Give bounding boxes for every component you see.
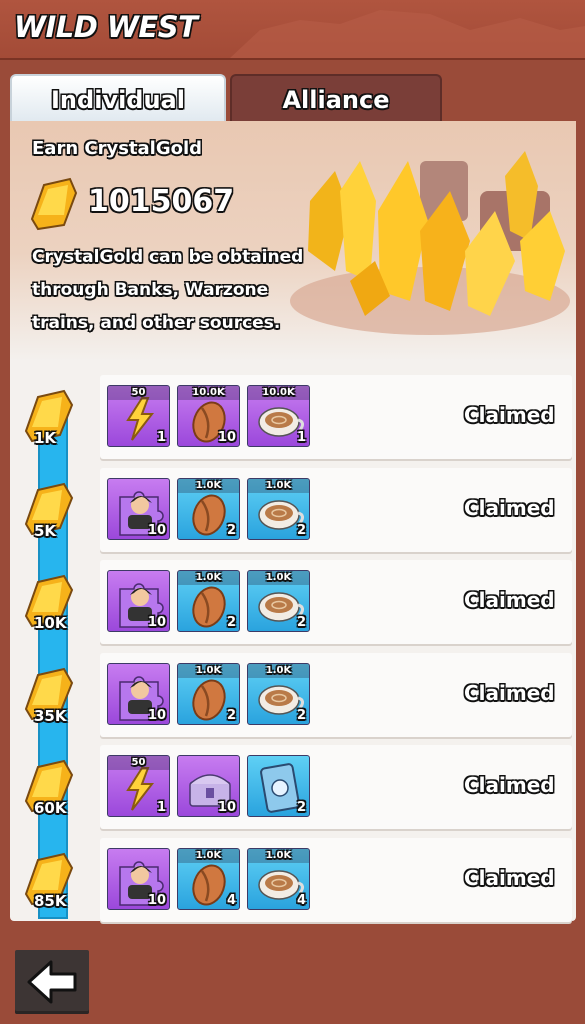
item-quantity: 10 <box>217 800 236 815</box>
item-value: 1.0K <box>248 479 309 493</box>
reward-item[interactable]: 1.0K 2 <box>247 478 310 540</box>
reward-item[interactable]: 10.0K 10 <box>177 385 240 447</box>
milestone-badge: 35K <box>20 663 90 733</box>
reward-item[interactable]: 10 <box>107 478 170 540</box>
reward-items: 50 1 10 2 <box>107 755 310 817</box>
reward-item[interactable]: 50 1 <box>107 755 170 817</box>
reward-item[interactable]: 1.0K 2 <box>177 478 240 540</box>
reward-item[interactable]: 1.0K 2 <box>247 663 310 725</box>
milestone-label: 1K <box>34 429 57 447</box>
reward-item[interactable]: 10 <box>107 848 170 910</box>
item-quantity: 4 <box>226 893 236 908</box>
hero-banner: Earn CrystalGold 1015067 CrystalGold can… <box>10 121 576 361</box>
reward-item[interactable]: 1.0K 2 <box>177 570 240 632</box>
back-button[interactable] <box>15 950 89 1014</box>
claimed-status: Claimed <box>464 496 555 520</box>
crystal-gold-icon <box>30 177 78 231</box>
reward-row: 10 1.0K 2 1.0K 2 Claimed <box>100 560 572 644</box>
reward-items: 10 1.0K 2 1.0K 2 <box>107 478 310 540</box>
tab-bar: Individual Alliance <box>10 74 576 124</box>
gold-amount: 1015067 <box>88 184 235 219</box>
milestone-label: 85K <box>34 892 67 910</box>
item-quantity: 2 <box>226 708 236 723</box>
reward-row: 50 1 10 2 Claimed <box>100 745 572 829</box>
item-value: 50 <box>108 386 169 400</box>
tab-individual[interactable]: Individual <box>10 74 226 124</box>
reward-item[interactable]: 10.0K 1 <box>247 385 310 447</box>
reward-item[interactable]: 10 <box>107 663 170 725</box>
claimed-status: Claimed <box>464 681 555 705</box>
item-value: 1.0K <box>248 664 309 678</box>
claimed-status: Claimed <box>464 773 555 797</box>
item-value: 10.0K <box>178 386 239 400</box>
item-quantity: 1 <box>156 430 166 445</box>
milestone-label: 35K <box>34 707 67 725</box>
item-value: 1.0K <box>178 479 239 493</box>
item-quantity: 10 <box>147 893 166 908</box>
reward-row: 10 1.0K 2 1.0K 2 Claimed <box>100 653 572 737</box>
tab-alliance[interactable]: Alliance <box>230 74 442 124</box>
reward-items: 10 1.0K 4 1.0K 4 <box>107 848 310 910</box>
crystal-gold-art <box>290 151 570 335</box>
milestone-badge: 85K <box>20 848 90 918</box>
reward-row: 10 1.0K 4 1.0K 4 Claimed <box>100 838 572 922</box>
item-value: 1.0K <box>178 849 239 863</box>
milestone-badge: 1K <box>20 385 90 455</box>
item-quantity: 2 <box>296 615 306 630</box>
reward-item[interactable]: 1.0K 2 <box>247 570 310 632</box>
milestone-badge: 5K <box>20 478 90 548</box>
reward-item[interactable]: 2 <box>247 755 310 817</box>
reward-row: 50 1 10.0K 10 10.0K 1 Claimed <box>100 375 572 459</box>
earn-label: Earn CrystalGold <box>32 138 203 159</box>
item-value: 1.0K <box>248 571 309 585</box>
reward-item[interactable]: 10 <box>107 570 170 632</box>
item-quantity: 10 <box>147 708 166 723</box>
reward-items: 10 1.0K 2 1.0K 2 <box>107 570 310 632</box>
reward-item[interactable]: 1.0K 4 <box>247 848 310 910</box>
reward-item[interactable]: 10 <box>177 755 240 817</box>
item-quantity: 4 <box>296 893 306 908</box>
item-value: 1.0K <box>248 849 309 863</box>
item-quantity: 10 <box>147 615 166 630</box>
claimed-status: Claimed <box>464 403 555 427</box>
milestone-badge: 60K <box>20 755 90 825</box>
item-quantity: 2 <box>296 523 306 538</box>
claimed-status: Claimed <box>464 588 555 612</box>
milestone-label: 5K <box>34 522 57 540</box>
item-value: 1.0K <box>178 571 239 585</box>
item-quantity: 2 <box>226 523 236 538</box>
reward-item[interactable]: 1.0K 4 <box>177 848 240 910</box>
item-value: 50 <box>108 756 169 770</box>
item-value: 1.0K <box>178 664 239 678</box>
item-quantity: 10 <box>147 523 166 538</box>
page-title: WILD WEST <box>14 10 198 44</box>
reward-row: 10 1.0K 2 1.0K 2 Claimed <box>100 468 572 552</box>
item-value: 10.0K <box>248 386 309 400</box>
claimed-status: Claimed <box>464 866 555 890</box>
reward-items: 10 1.0K 2 1.0K 2 <box>107 663 310 725</box>
item-quantity: 2 <box>226 615 236 630</box>
reward-items: 50 1 10.0K 10 10.0K 1 <box>107 385 310 447</box>
milestone-label: 10K <box>34 614 67 632</box>
item-quantity: 10 <box>217 430 236 445</box>
reward-item[interactable]: 1.0K 2 <box>177 663 240 725</box>
back-arrow-icon <box>27 960 77 1004</box>
item-quantity: 1 <box>296 430 306 445</box>
milestone-label: 60K <box>34 799 67 817</box>
item-quantity: 2 <box>296 800 306 815</box>
item-quantity: 2 <box>296 708 306 723</box>
item-quantity: 1 <box>156 800 166 815</box>
milestone-badge: 10K <box>20 570 90 640</box>
gold-description: CrystalGold can be obtained through Bank… <box>32 247 304 333</box>
reward-item[interactable]: 50 1 <box>107 385 170 447</box>
top-bar: WILD WEST <box>0 0 585 58</box>
